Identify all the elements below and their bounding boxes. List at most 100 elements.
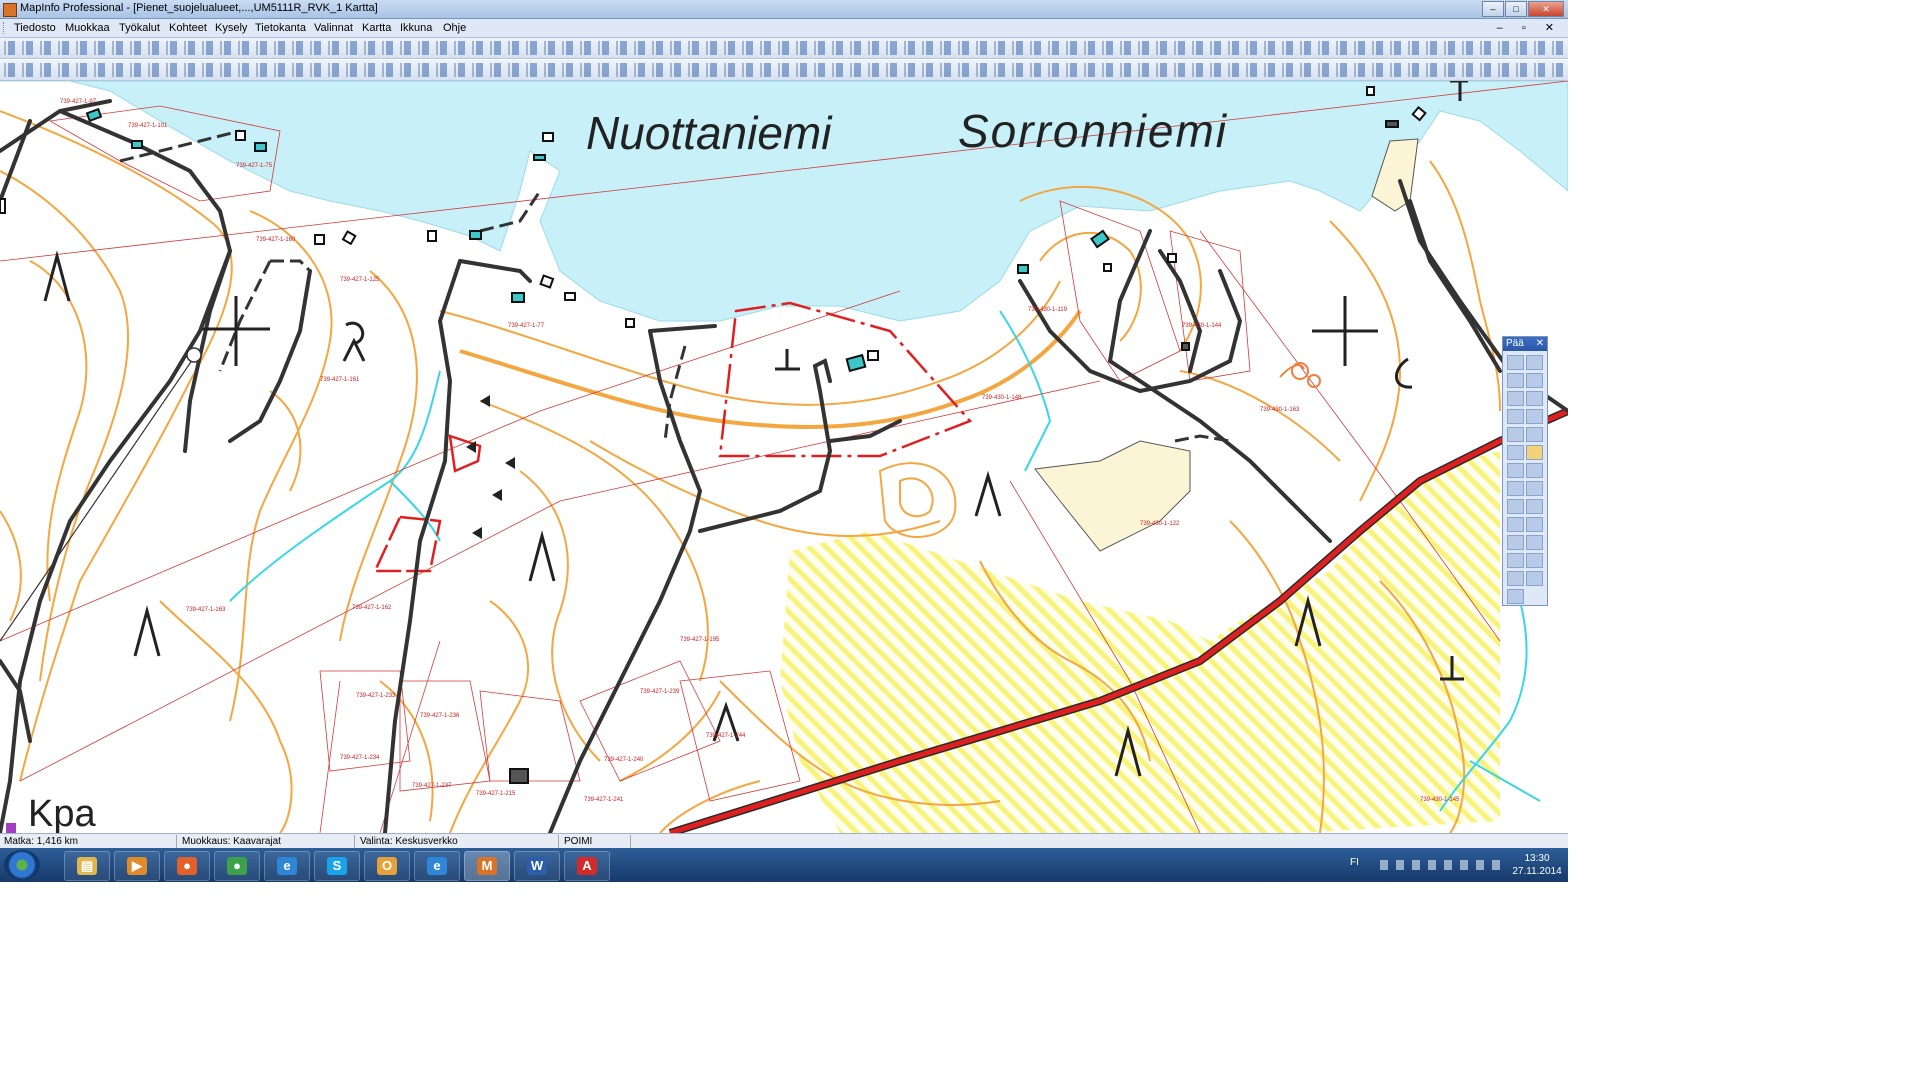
menu-tyokalut[interactable]: Työkalut [119, 22, 160, 34]
menu-bar: Tiedosto Muokkaa Työkalut Kohteet Kysely… [0, 19, 1568, 38]
set-clip-region-icon[interactable] [1526, 535, 1543, 550]
legend-icon[interactable] [1507, 517, 1524, 532]
taskbar-chrome[interactable]: ● [214, 851, 260, 881]
status-editing-layer[interactable]: Muokkaus: Kaavarajat [182, 836, 281, 847]
status-mode: POIMI [564, 836, 593, 847]
parcel-label: 739-427-1-234 [340, 755, 380, 761]
close-button[interactable]: ✕ [1528, 1, 1564, 17]
unselect-icon[interactable] [1526, 391, 1543, 406]
windows-taskbar: ▤ ▶ ● ● e S O e M W A FI 13:30 27.11.201… [0, 848, 1568, 882]
menu-ikkuna[interactable]: Ikkuna [400, 22, 432, 34]
taskbar-acrobat[interactable]: A [564, 851, 610, 881]
taskbar-internet-explorer-2[interactable]: e [414, 851, 460, 881]
map-canvas[interactable]: Nuottaniemi Sorronniemi Kpa 739-427-1-97… [0, 81, 1568, 833]
taskbar-mapinfo[interactable]: M [464, 851, 510, 881]
info-tool-icon[interactable] [1507, 463, 1524, 478]
marquee-select-icon[interactable] [1526, 355, 1543, 370]
taskbar-internet-explorer[interactable]: e [264, 851, 310, 881]
mdi-window-controls[interactable]: – ▫ ✕ [1497, 21, 1562, 34]
mapinfo-app-icon[interactable] [3, 3, 17, 17]
folder-icon: ▤ [77, 857, 97, 875]
scale-bar-icon[interactable] [1507, 571, 1524, 586]
menu-tiedosto[interactable]: Tiedosto [14, 22, 56, 34]
map-window[interactable]: Nuottaniemi Sorronniemi Kpa 739-427-1-97… [0, 81, 1568, 833]
boundary-select-icon[interactable] [1507, 391, 1524, 406]
table-icon[interactable] [1526, 571, 1543, 586]
drag-map-icon[interactable] [1526, 481, 1543, 496]
zoom-out-icon[interactable] [1526, 427, 1543, 442]
statistics-icon[interactable] [1526, 517, 1543, 532]
survey-point [186, 347, 202, 363]
select-tool-icon[interactable] [1507, 355, 1524, 370]
outlook-icon: O [377, 857, 397, 875]
menu-muokkaa[interactable]: Muokkaa [65, 22, 110, 34]
parcel-label: 739-427-1-101 [128, 123, 168, 129]
ruler-icon[interactable] [1526, 499, 1543, 514]
palette-close-icon[interactable]: ✕ [1536, 337, 1544, 351]
parcel-label: 739-427-1-237 [412, 783, 452, 789]
taskbar-explorer[interactable]: ▤ [64, 851, 110, 881]
zoom-in-icon[interactable] [1507, 427, 1524, 442]
menu-kohteet[interactable]: Kohteet [169, 22, 207, 34]
palette-title-text: Pää [1506, 338, 1524, 349]
taskbar-outlook[interactable]: O [364, 851, 410, 881]
menu-kysely[interactable]: Kysely [215, 22, 247, 34]
start-button[interactable] [4, 850, 40, 880]
mapinfo-icon: M [477, 857, 497, 875]
menu-kartta[interactable]: Kartta [362, 22, 391, 34]
invert-select-icon[interactable] [1526, 409, 1543, 424]
redistrict-icon[interactable] [1507, 553, 1524, 568]
radius-select-icon[interactable] [1507, 373, 1524, 388]
main-tool-palette: Pää ✕ [1502, 336, 1548, 606]
status-selection-layer[interactable]: Valinta: Keskusverkko [360, 836, 458, 847]
menu-tietokanta[interactable]: Tietokanta [255, 22, 306, 34]
graph-select-icon[interactable] [1507, 409, 1524, 424]
taskbar-word[interactable]: W [514, 851, 560, 881]
parcel-label: 739-427-1-125 [340, 277, 380, 283]
overview-icon[interactable] [1507, 589, 1524, 604]
parcel-label: 739-430-1-122 [1140, 521, 1180, 527]
grabber-hand-icon[interactable] [1526, 445, 1543, 460]
taskbar-media-player[interactable]: ▶ [114, 851, 160, 881]
label-tool-icon[interactable] [1507, 481, 1524, 496]
menu-ohje[interactable]: Ohje [443, 22, 466, 34]
parcel-label: 739-427-1-233 [356, 693, 396, 699]
taskbar-skype[interactable]: S [314, 851, 360, 881]
system-tray: FI 13:30 27.11.2014 [1340, 848, 1568, 882]
corner-marker [6, 823, 16, 833]
palette-title[interactable]: Pää ✕ [1503, 337, 1547, 351]
parcel-label: 739-430-1-144 [1182, 323, 1222, 329]
acrobat-icon: A [577, 857, 597, 875]
hotlink-icon[interactable] [1526, 463, 1543, 478]
parcel-label: 739-427-1-161 [320, 377, 360, 383]
status-divider [630, 835, 631, 848]
clock-time: 13:30 [1524, 853, 1550, 864]
clip-region-icon[interactable] [1507, 535, 1524, 550]
taskbar-firefox[interactable]: ● [164, 851, 210, 881]
internet-explorer-icon: e [427, 857, 447, 875]
change-view-icon[interactable] [1507, 445, 1524, 460]
status-bar: Matka: 1,416 km Muokkaus: Kaavarajat Val… [0, 833, 1568, 849]
standard-toolbar-buttons[interactable] [4, 41, 1564, 55]
polygon-select-icon[interactable] [1526, 373, 1543, 388]
minimize-button[interactable]: – [1482, 1, 1504, 17]
title-bar: MapInfo Professional - [Pienet_suojelual… [0, 0, 1568, 19]
maximize-button[interactable]: □ [1505, 1, 1527, 17]
menu-valinnat[interactable]: Valinnat [314, 22, 353, 34]
clock-date: 27.11.2014 [1512, 866, 1562, 877]
layer-control-icon[interactable] [1507, 499, 1524, 514]
triangle-markers [466, 395, 515, 539]
tray-icons[interactable] [1380, 860, 1500, 870]
parcel-label: 739-427-1-244 [706, 733, 746, 739]
drawing-toolbar-buttons[interactable] [4, 63, 1564, 77]
status-divider [176, 835, 177, 848]
media-player-icon: ▶ [127, 857, 147, 875]
menubar-grip[interactable] [3, 22, 7, 34]
parcel-label: 739-427-1-75 [236, 163, 273, 169]
language-indicator[interactable]: FI [1350, 857, 1359, 868]
parcel-label: 739-427-1-160 [256, 237, 296, 243]
parcel-label: 739-427-1-195 [680, 637, 720, 643]
clock[interactable]: 13:30 27.11.2014 [1512, 852, 1562, 878]
parcel-label: 739-430-1-145 [1420, 797, 1460, 803]
assign-select-icon[interactable] [1526, 553, 1543, 568]
